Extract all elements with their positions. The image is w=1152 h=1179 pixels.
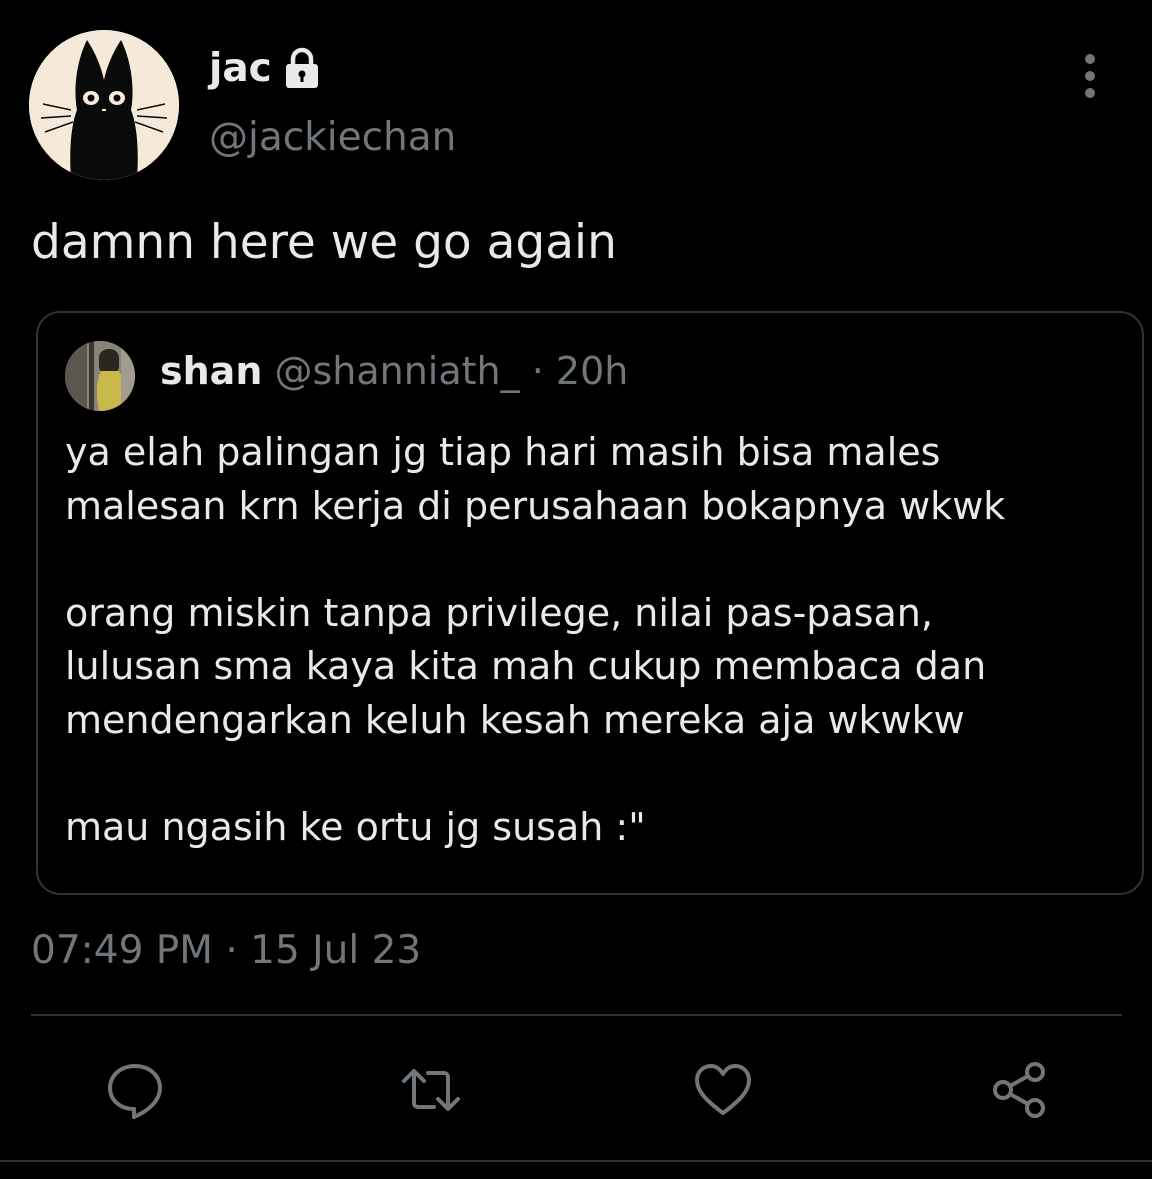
tweet-text: damnn here we go again <box>31 215 617 270</box>
quote-line: malesan krn kerja di perusahaan bokapnya… <box>65 483 1006 528</box>
reply-button[interactable] <box>102 1060 168 1120</box>
author-name-text: jac <box>209 45 272 91</box>
quote-line: mau ngasih ke ortu jg susah :" <box>65 804 646 849</box>
retweet-button[interactable] <box>398 1060 464 1120</box>
heart-icon <box>695 1064 751 1115</box>
lock-icon <box>282 46 322 90</box>
author-display-name[interactable]: jac <box>209 46 322 90</box>
quote-header: shan @shanniath_ · 20h <box>160 349 629 393</box>
tweet-detail-page: jac @jackiechan damnn here we go again s… <box>0 0 1152 1179</box>
quote-time: 20h <box>555 349 629 393</box>
comment-icon <box>108 1064 162 1119</box>
dot-icon <box>1085 54 1095 64</box>
quote-line: lulusan sma kaya kita mah cukup membaca … <box>65 644 987 688</box>
quote-line: ya elah palingan jg tiap hari masih bisa… <box>65 430 941 474</box>
share-button[interactable] <box>986 1060 1052 1120</box>
retweet-icon <box>402 1069 460 1111</box>
more-options-button[interactable] <box>1070 54 1110 98</box>
dot-icon <box>1085 88 1095 98</box>
author-avatar[interactable] <box>29 30 179 180</box>
person-photo-icon <box>65 341 135 411</box>
quoted-tweet-card[interactable]: shan @shanniath_ · 20h ya elah palingan … <box>36 311 1144 895</box>
quote-separator: · <box>531 349 544 393</box>
dot-icon <box>1085 71 1095 81</box>
divider <box>31 1014 1122 1016</box>
quote-line: mendengarkan keluh kesah mereka aja wkwk… <box>65 697 965 742</box>
quote-author-handle[interactable]: @shanniath_ <box>274 349 519 393</box>
author-handle[interactable]: @jackiechan <box>209 118 456 157</box>
quote-author-name[interactable]: shan <box>160 349 262 393</box>
like-button[interactable] <box>690 1060 756 1120</box>
tweet-timestamp[interactable]: 07:49 PM · 15 Jul 23 <box>31 929 421 973</box>
quote-line: orang miskin tanpa privilege, nilai pas-… <box>65 590 933 635</box>
quote-text: ya elah palingan jg tiap hari masih bisa… <box>65 426 1125 854</box>
share-icon <box>993 1062 1045 1118</box>
black-cat-icon <box>29 30 179 180</box>
bottom-divider <box>0 1160 1152 1162</box>
quote-author-avatar[interactable] <box>65 341 135 411</box>
